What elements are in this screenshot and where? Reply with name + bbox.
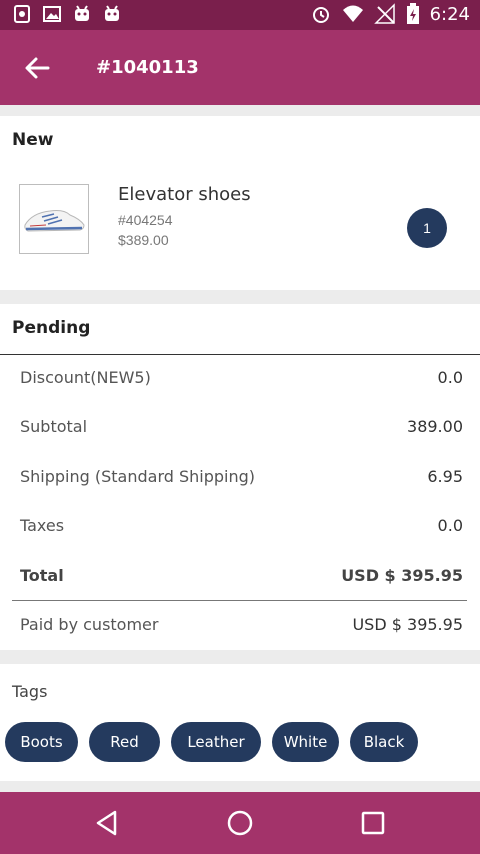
- tag-chip[interactable]: Black: [350, 722, 418, 762]
- quantity-badge: 1: [407, 208, 447, 248]
- total-value: USD $ 395.95: [341, 566, 463, 585]
- recents-square-icon[interactable]: [358, 808, 388, 838]
- page-title: #1040113: [96, 57, 199, 78]
- android-notification-icon: [75, 5, 89, 21]
- taxes-value: 0.0: [437, 516, 463, 535]
- signal-icon: [373, 3, 395, 24]
- fulfillment-status: New: [12, 130, 54, 150]
- discount-row: Discount(NEW5) 0.0: [20, 368, 463, 392]
- order-items-card: New Elevator shoes #404254 $389.00 1: [0, 116, 480, 290]
- paid-value: USD $ 395.95: [352, 615, 463, 634]
- paid-label: Paid by customer: [20, 615, 159, 634]
- back-arrow-icon[interactable]: [22, 54, 52, 82]
- shipping-label: Shipping (Standard Shipping): [20, 467, 256, 486]
- shipping-row: Shipping (Standard Shipping) 6.95: [20, 467, 463, 491]
- subtotal-label: Subtotal: [20, 417, 88, 436]
- divider: [0, 354, 480, 355]
- product-sku: #404254: [118, 212, 173, 228]
- tag-chip[interactable]: Boots: [5, 722, 78, 762]
- paid-row: Paid by customer USD $ 395.95: [20, 615, 463, 639]
- battery-charging-icon: [406, 3, 419, 24]
- product-thumbnail[interactable]: [19, 184, 89, 254]
- tag-chip[interactable]: White: [272, 722, 339, 762]
- screenshot-notification-icon: [14, 5, 30, 23]
- payment-summary-card: Pending Discount(NEW5) 0.0 Subtotal 389.…: [0, 304, 480, 650]
- system-nav-bar: [0, 792, 480, 854]
- taxes-row: Taxes 0.0: [20, 516, 463, 540]
- tag-chip[interactable]: Red: [89, 722, 160, 762]
- subtotal-row: Subtotal 389.00: [20, 417, 463, 441]
- alarm-icon: [312, 7, 329, 23]
- back-triangle-icon[interactable]: [92, 808, 122, 838]
- product-price: $389.00: [118, 232, 169, 248]
- clock: 6:24: [429, 3, 470, 25]
- discount-label: Discount(NEW5): [20, 368, 151, 387]
- tag-chip[interactable]: Leather: [171, 722, 261, 762]
- taxes-label: Taxes: [20, 516, 65, 535]
- home-circle-icon[interactable]: [225, 808, 255, 838]
- tag-list: Boots Red Leather White Black: [5, 722, 418, 762]
- tags-heading: Tags: [12, 682, 48, 701]
- subtotal-value: 389.00: [407, 417, 463, 436]
- tags-card: Tags Boots Red Leather White Black: [0, 664, 480, 781]
- product-name[interactable]: Elevator shoes: [118, 184, 251, 205]
- discount-value: 0.0: [437, 368, 463, 387]
- wifi-icon: [342, 5, 363, 22]
- image-notification-icon: [43, 6, 61, 22]
- status-bar: 6:24: [0, 0, 480, 30]
- android-notification-icon-2: [105, 5, 119, 21]
- shipping-value: 6.95: [427, 467, 463, 486]
- shoe-image: [24, 210, 85, 232]
- total-row: Total USD $ 395.95: [20, 566, 463, 590]
- total-divider: [12, 600, 467, 601]
- payment-status: Pending: [12, 318, 91, 338]
- total-label: Total: [20, 566, 64, 585]
- app-bar: #1040113: [0, 30, 480, 105]
